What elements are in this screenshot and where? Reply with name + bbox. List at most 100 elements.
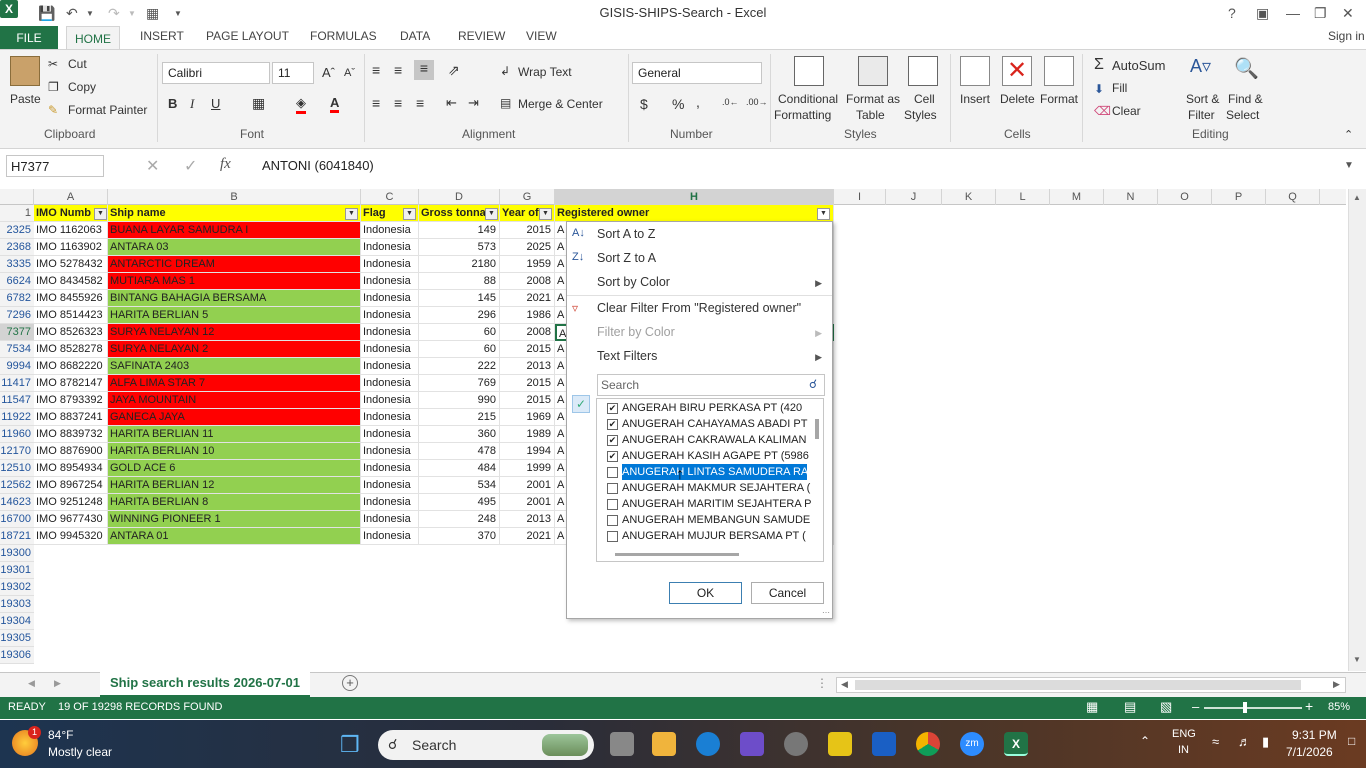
- cut-icon[interactable]: ✂: [48, 57, 58, 71]
- fill-button[interactable]: Fill: [1112, 81, 1127, 95]
- clock-date[interactable]: 7/1/2026: [1286, 745, 1333, 759]
- cell-ship[interactable]: SURYA NELAYAN 12: [108, 324, 361, 341]
- scroll-down-icon[interactable]: ▼: [1353, 655, 1361, 664]
- zoom-slider[interactable]: [1204, 707, 1302, 709]
- column-header-h[interactable]: H: [555, 189, 834, 205]
- delete-cells-button[interactable]: Delete: [1000, 92, 1035, 106]
- cell-ship[interactable]: ANTARA 03: [108, 239, 361, 256]
- cell-imo[interactable]: IMO 8682220: [34, 358, 108, 375]
- row-header[interactable]: 7377: [0, 324, 34, 341]
- row-header[interactable]: 16700: [0, 511, 34, 528]
- cell-flag[interactable]: Indonesia: [361, 477, 419, 494]
- cell-imo[interactable]: IMO 1162063: [34, 222, 108, 239]
- sheet-tab[interactable]: Ship search results 2026-07-01: [100, 672, 310, 697]
- cell-flag[interactable]: Indonesia: [361, 426, 419, 443]
- cell-flag[interactable]: Indonesia: [361, 307, 419, 324]
- zoom-in-icon[interactable]: +: [1305, 698, 1313, 714]
- chrome-icon[interactable]: [916, 732, 940, 756]
- page-break-view-icon[interactable]: ▧: [1160, 699, 1172, 715]
- edge-icon[interactable]: [696, 732, 720, 756]
- find-select-button[interactable]: Find &: [1228, 92, 1263, 106]
- row-header[interactable]: 2325: [0, 222, 34, 239]
- tab-page-layout[interactable]: PAGE LAYOUT: [206, 29, 289, 43]
- column-header-c[interactable]: C: [361, 189, 419, 205]
- row-header[interactable]: 11922: [0, 409, 34, 426]
- menu-text-filters[interactable]: Text Filters: [597, 349, 657, 363]
- cell-gt[interactable]: 534: [419, 477, 500, 494]
- cell-gt[interactable]: 2180: [419, 256, 500, 273]
- checkbox-checked[interactable]: ✔: [607, 403, 618, 414]
- cell-gt[interactable]: 573: [419, 239, 500, 256]
- cell-flag[interactable]: Indonesia: [361, 239, 419, 256]
- cell-ship[interactable]: HARITA BERLIAN 11: [108, 426, 361, 443]
- align-middle-icon[interactable]: ≡: [394, 62, 402, 78]
- format-cells-button[interactable]: Format: [1040, 92, 1078, 106]
- tab-home[interactable]: HOME: [66, 26, 120, 50]
- row-header[interactable]: 19302: [0, 579, 34, 596]
- checkbox-checked[interactable]: ✔: [607, 419, 618, 430]
- comma-button[interactable]: ,: [696, 94, 700, 110]
- cell-imo[interactable]: IMO 8839732: [34, 426, 108, 443]
- checkbox-unchecked[interactable]: [607, 499, 618, 510]
- scroll-up-icon[interactable]: ▲: [1353, 193, 1361, 202]
- format-painter-icon[interactable]: ✎: [48, 103, 58, 117]
- cell-yr[interactable]: 2013: [500, 511, 555, 528]
- row-header[interactable]: 7534: [0, 341, 34, 358]
- camera-icon[interactable]: [784, 732, 808, 756]
- column-header-m[interactable]: M: [1050, 189, 1104, 205]
- filter-active-icon[interactable]: ▼: [817, 208, 830, 220]
- wrap-text-button[interactable]: Wrap Text: [518, 65, 572, 79]
- cell-imo[interactable]: IMO 9945320: [34, 528, 108, 545]
- filter-list-item[interactable]: ANUGERAH MAKMUR SEJAHTERA (: [607, 480, 810, 496]
- scroll-right-icon[interactable]: ▶: [1333, 679, 1340, 690]
- cell-yr[interactable]: 2001: [500, 494, 555, 511]
- column-header-o[interactable]: O: [1158, 189, 1212, 205]
- cell-ship[interactable]: ANTARA 01: [108, 528, 361, 545]
- scroll-left-icon[interactable]: ◀: [841, 679, 848, 690]
- tab-insert[interactable]: INSERT: [140, 29, 184, 43]
- cell-imo[interactable]: IMO 8782147: [34, 375, 108, 392]
- cut-button[interactable]: Cut: [68, 57, 87, 71]
- cell-yr[interactable]: 1969: [500, 409, 555, 426]
- cell-imo[interactable]: IMO 8793392: [34, 392, 108, 409]
- region-label[interactable]: IN: [1178, 744, 1189, 756]
- cell-imo[interactable]: IMO 5278432: [34, 256, 108, 273]
- conditional-formatting-button[interactable]: Conditional: [778, 92, 838, 106]
- row-header[interactable]: 2368: [0, 239, 34, 256]
- cell-imo[interactable]: IMO 8837241: [34, 409, 108, 426]
- cell-flag[interactable]: Indonesia: [361, 256, 419, 273]
- filter-list-item[interactable]: ANUGERAH LINTAS SAMUDERA RA: [607, 464, 808, 480]
- menu-sort-z-to-a[interactable]: Sort Z to A: [597, 251, 656, 265]
- filter-list-item[interactable]: ANUGERAH MEMBANGUN SAMUDE: [607, 512, 810, 528]
- start-icon[interactable]: ❒: [340, 732, 360, 758]
- format-as-table-button[interactable]: Format as: [846, 92, 900, 106]
- copy-icon[interactable]: ❐: [48, 80, 59, 94]
- cell-gt[interactable]: 145: [419, 290, 500, 307]
- tab-data[interactable]: DATA: [400, 29, 430, 43]
- row-header[interactable]: 11417: [0, 375, 34, 392]
- cell-yr[interactable]: 1989: [500, 426, 555, 443]
- align-top-icon[interactable]: ≡: [372, 62, 380, 78]
- zoom-slider-thumb[interactable]: [1243, 702, 1247, 713]
- decrease-decimal-icon[interactable]: .00→: [746, 97, 768, 107]
- zoom-level[interactable]: 85%: [1328, 701, 1350, 713]
- cell-gt[interactable]: 149: [419, 222, 500, 239]
- cell-imo[interactable]: IMO 8967254: [34, 477, 108, 494]
- row-header[interactable]: 19300: [0, 545, 34, 562]
- row-header[interactable]: 12510: [0, 460, 34, 477]
- row-header[interactable]: 18721: [0, 528, 34, 545]
- expand-formula-bar-icon[interactable]: ▼: [1344, 160, 1354, 171]
- cell-imo[interactable]: IMO 8526323: [34, 324, 108, 341]
- tray-overflow-icon[interactable]: ⌃: [1140, 734, 1150, 748]
- borders-icon[interactable]: ▦: [252, 95, 265, 112]
- cell-yr[interactable]: 2015: [500, 222, 555, 239]
- row-header[interactable]: 12170: [0, 443, 34, 460]
- filter-active-icon[interactable]: ▼: [94, 208, 107, 220]
- cell-gt[interactable]: 478: [419, 443, 500, 460]
- ok-button[interactable]: OK: [669, 582, 742, 604]
- font-size-combo[interactable]: 11: [272, 62, 314, 84]
- normal-view-icon[interactable]: ▦: [1086, 699, 1098, 715]
- cell-gt[interactable]: 769: [419, 375, 500, 392]
- fill-color-icon[interactable]: ◈: [296, 95, 306, 114]
- column-header-q[interactable]: Q: [1266, 189, 1320, 205]
